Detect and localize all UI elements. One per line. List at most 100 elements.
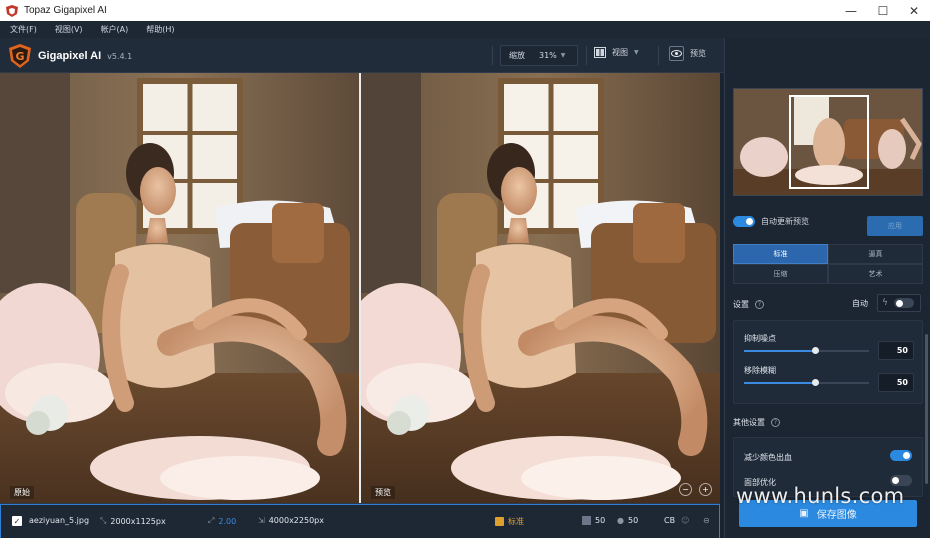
help-icon[interactable]: ?: [771, 418, 780, 427]
scale-factor: ⤢ 2.00: [208, 516, 236, 526]
remove-blur-value[interactable]: 50: [878, 373, 914, 392]
toolbar-divider: [492, 46, 493, 65]
minimize-button[interactable]: —: [835, 0, 867, 21]
check-icon: ✓: [12, 516, 22, 526]
mode-lines[interactable]: 逼真: [828, 244, 923, 264]
noise-text: 50: [595, 516, 606, 525]
preview-label: 预览: [690, 49, 706, 58]
file-status-bar[interactable]: ✓ aeziyuan_5.jpg ⤡ 2000x1125px ⤢ 2.00 ⇲ …: [0, 503, 720, 538]
file-name: aeziyuan_5.jpg: [29, 516, 89, 525]
settings-header: 设置 ?: [733, 299, 764, 310]
auto-update-row: 自动更新预览: [733, 216, 809, 227]
save-icon: ▣: [799, 508, 809, 519]
output-size-text: 4000x2250px: [268, 516, 324, 525]
app-name: Gigapixel AI: [38, 50, 102, 62]
suppress-noise-label: 抑制噪点: [744, 334, 776, 343]
toggle-knob: [746, 218, 753, 225]
export-icon: ⇲: [258, 516, 265, 525]
cb-text: CB: [664, 516, 676, 525]
view-dropdown[interactable]: 视图 ▼: [594, 47, 639, 58]
file-name-text: aeziyuan_5.jpg: [29, 516, 90, 525]
resize-icon: ⤡: [100, 516, 107, 525]
scale-text: 2.00: [218, 516, 237, 526]
blur-text: 50: [627, 516, 639, 525]
app-version: v5.4.1: [107, 51, 133, 61]
settings-panel: 自动更新预览 应用 标准 逼真 压缩 艺术 设置 ? 自动 ϟ 抑制噪点 50 …: [724, 38, 930, 538]
slider-fill: [744, 382, 816, 384]
save-label: 保存图像: [816, 510, 857, 521]
preview-pane[interactable]: 预览 − +: [361, 73, 720, 503]
original-photo: [0, 73, 359, 503]
expand-icon: ⤢: [208, 516, 215, 525]
suppress-noise-value[interactable]: 50: [878, 341, 914, 360]
standard-mode-icon: [495, 517, 504, 526]
droplet-icon: ●: [617, 516, 624, 525]
toggle-knob: [903, 452, 910, 459]
model-selector: 标准 逼真 压缩 艺术: [733, 244, 923, 284]
output-size: ⇲ 4000x2250px: [258, 516, 324, 525]
source-size-text: 2000x1125px: [110, 516, 166, 526]
toolbar-divider: [658, 46, 659, 65]
slider-fill: [744, 350, 816, 352]
apply-button[interactable]: 应用: [867, 216, 923, 236]
menu-account[interactable]: 帐户(A): [101, 24, 129, 35]
auto-settings-toggle[interactable]: ϟ: [877, 294, 921, 312]
svg-text:G: G: [15, 50, 24, 63]
toggle-knob: [895, 299, 903, 307]
file-checkbox[interactable]: ✓: [12, 516, 22, 526]
remove-blur-slider[interactable]: [744, 379, 869, 386]
slider-handle[interactable]: [812, 347, 820, 354]
enhance-sliders: 抑制噪点 50 移除模糊 50: [733, 320, 923, 404]
zoom-dropdown[interactable]: 缩放 31% ▼: [500, 45, 578, 66]
zoom-in-icon[interactable]: +: [699, 483, 712, 496]
auto-toggle-switch: [893, 298, 914, 308]
app-logo-icon: [6, 4, 18, 17]
mode-text: 标准: [508, 517, 524, 526]
mode-standard[interactable]: 标准: [733, 244, 828, 264]
slider-handle[interactable]: [812, 379, 820, 386]
mode-art[interactable]: 艺术: [828, 264, 923, 284]
mode-compressed[interactable]: 压缩: [733, 264, 828, 284]
maximize-button[interactable]: ☐: [867, 0, 899, 21]
eye-icon: [669, 46, 684, 61]
panel-scrollbar[interactable]: [925, 334, 928, 484]
original-label: 原始: [10, 486, 34, 499]
other-settings-label: 其他设置: [733, 418, 765, 427]
source-size: ⤡ 2000x1125px: [100, 516, 166, 526]
image-canvas[interactable]: 原始 预览 − +: [0, 73, 720, 503]
zoom-label: 缩放: [509, 51, 525, 60]
window-title: Topaz Gigapixel AI: [24, 5, 107, 16]
menu-file[interactable]: 文件(F): [10, 24, 37, 35]
lightning-icon: ϟ: [882, 298, 888, 308]
chevron-down-icon: ▼: [634, 49, 639, 56]
gigapixel-logo-icon: G: [9, 44, 31, 68]
help-icon[interactable]: ?: [755, 300, 764, 309]
zoom-out-icon[interactable]: −: [679, 483, 692, 496]
chevron-down-icon: ▼: [560, 52, 566, 59]
menu-help[interactable]: 帮助(H): [146, 24, 174, 35]
viewport-frame[interactable]: [789, 95, 869, 189]
toolbar: G Gigapixel AI v5.4.1 缩放 31% ▼ 视图 ▼ 预览: [0, 38, 724, 73]
auto-label: 自动: [852, 299, 868, 308]
original-pane[interactable]: 原始: [0, 73, 359, 503]
remove-file-button[interactable]: ⊖: [703, 516, 710, 525]
face-icon: ☺: [681, 516, 690, 525]
noise-indicator: 50: [582, 516, 605, 525]
toolbar-divider: [586, 46, 587, 65]
other-settings-header: 其他设置 ?: [733, 417, 780, 428]
app-brand: G Gigapixel AI v5.4.1: [9, 44, 132, 68]
view-split-icon: [594, 47, 606, 58]
toggle-knob: [892, 477, 899, 484]
auto-update-toggle[interactable]: [733, 216, 755, 227]
remove-blur-label: 移除模糊: [744, 366, 776, 375]
menu-view[interactable]: 视图(V): [55, 24, 83, 35]
preview-photo: [361, 73, 720, 503]
preview-toggle[interactable]: 预览: [669, 46, 706, 61]
reduce-color-bleed-toggle[interactable]: [890, 450, 912, 461]
watermark-text: www.hunls.com: [736, 484, 905, 508]
close-button[interactable]: ✕: [898, 0, 930, 21]
preview-label: 预览: [371, 486, 395, 499]
auto-update-label: 自动更新预览: [761, 217, 809, 226]
navigator-thumbnail[interactable]: [733, 88, 923, 196]
suppress-noise-slider[interactable]: [744, 347, 869, 354]
